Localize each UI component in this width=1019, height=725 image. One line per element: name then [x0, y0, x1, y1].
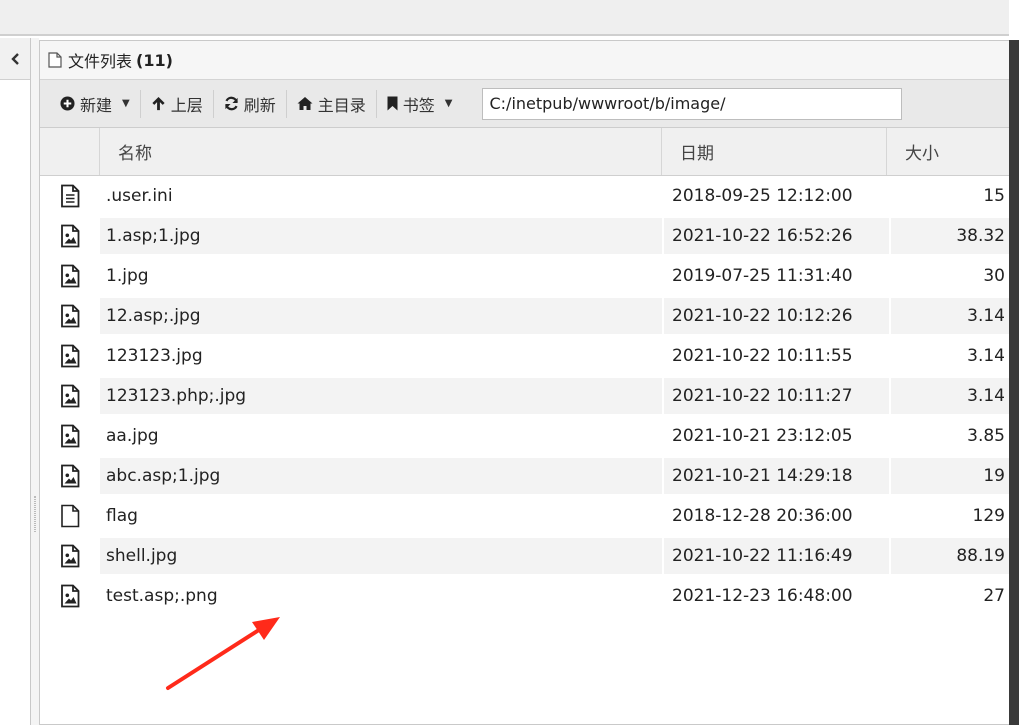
file-row[interactable]: 123123.php;.jpg 2021-10-22 10:11:27 3.14: [40, 376, 1009, 416]
caret-down-icon: ▼: [444, 98, 453, 109]
file-date: 2021-10-22 10:12:26: [664, 298, 889, 334]
collapse-left-button[interactable]: [8, 52, 22, 66]
image-file-icon: [40, 378, 100, 414]
image-file-icon: [40, 258, 100, 294]
file-row[interactable]: 1.asp;1.jpg 2021-10-22 16:52:26 38.32: [40, 216, 1009, 256]
bookmark-label: 书签: [402, 95, 435, 115]
splitter-grip[interactable]: [34, 496, 36, 532]
file-row[interactable]: flag 2018-12-28 20:36:00 129: [40, 496, 1009, 536]
home-icon: [297, 96, 313, 111]
plus-circle-icon: [60, 96, 75, 111]
size-column-header[interactable]: 大小: [887, 128, 1009, 175]
file-date: 2021-10-22 10:11:55: [672, 346, 853, 366]
image-file-icon: [40, 298, 100, 334]
chevron-left-icon: [11, 52, 19, 65]
file-row[interactable]: aa.jpg 2021-10-21 23:12:05 3.85: [40, 416, 1009, 456]
file-size: 27: [983, 586, 1005, 606]
window-edge-scrollbar[interactable]: [1009, 0, 1019, 725]
file-date: 2021-10-22 10:11:27: [664, 378, 889, 414]
file-size: 3.14: [891, 378, 1009, 414]
image-file-icon: [40, 218, 100, 254]
refresh-label: 刷新: [243, 95, 276, 115]
file-date: 2018-09-25 12:12:00: [672, 186, 853, 206]
arrow-up-icon: [151, 96, 166, 111]
left-pane: [0, 38, 31, 725]
file-row[interactable]: 12.asp;.jpg 2021-10-22 10:12:26 3.14: [40, 296, 1009, 336]
file-name[interactable]: 1.jpg: [100, 258, 662, 294]
new-label: 新建: [80, 95, 113, 115]
file-name[interactable]: abc.asp;1.jpg: [100, 458, 662, 494]
scrollbar-top-cap: [1009, 0, 1019, 40]
up-level-button[interactable]: 上层: [141, 89, 213, 119]
home-label: 主目录: [317, 95, 366, 115]
file-name[interactable]: flag: [100, 498, 662, 534]
image-file-icon: [40, 458, 100, 494]
refresh-button[interactable]: 刷新: [214, 89, 286, 119]
up-level-label: 上层: [170, 95, 203, 115]
file-date: 2021-12-23 16:48:00: [672, 586, 853, 606]
file-row[interactable]: .user.ini 2018-09-25 12:12:00 15: [40, 176, 1009, 216]
file-size: 15: [983, 186, 1005, 206]
file-date: 2021-10-21 14:29:18: [664, 458, 889, 494]
left-pane-header: [0, 38, 30, 80]
toolbar: 新建 ▼ 上层 刷新 主目录 书签 ▼ C:/inetpub/wwwroot/b…: [40, 80, 1009, 128]
top-bar: [0, 0, 1019, 36]
bookmark-icon: [387, 96, 398, 111]
file-size: 129: [972, 506, 1005, 526]
file-size: 19: [891, 458, 1009, 494]
date-column-header[interactable]: 日期: [662, 128, 887, 175]
file-list-panel: 文件列表 (11) 新建 ▼ 上层 刷新 主目录 书签 ▼ C:/inetpub…: [39, 40, 1009, 725]
file-name[interactable]: .user.ini: [100, 178, 662, 214]
file-row[interactable]: test.asp;.png 2021-12-23 16:48:00 27: [40, 576, 1009, 616]
blank-file-icon: [40, 498, 100, 534]
file-row[interactable]: 123123.jpg 2021-10-22 10:11:55 3.14: [40, 336, 1009, 376]
file-name[interactable]: shell.jpg: [100, 538, 662, 574]
file-date: 2019-07-25 11:31:40: [672, 266, 853, 286]
file-size: 38.32: [891, 218, 1009, 254]
file-name[interactable]: aa.jpg: [100, 418, 662, 454]
grid-header: 名称 日期 大小: [40, 128, 1009, 176]
caret-down-icon: ▼: [122, 98, 130, 109]
bookmark-button[interactable]: 书签 ▼: [377, 89, 463, 119]
file-date: 2021-10-21 23:12:05: [672, 426, 853, 446]
file-size: 30: [983, 266, 1005, 286]
file-rows: .user.ini 2018-09-25 12:12:00 15 1.asp;1.jp…: [40, 176, 1009, 616]
home-button[interactable]: 主目录: [287, 89, 376, 119]
file-date: 2018-12-28 20:36:00: [672, 506, 853, 526]
file-size: 3.85: [967, 426, 1005, 446]
file-row[interactable]: 1.jpg 2019-07-25 11:31:40 30: [40, 256, 1009, 296]
name-column-header[interactable]: 名称: [100, 128, 662, 175]
file-count: (11): [136, 50, 173, 70]
image-file-icon: [40, 538, 100, 574]
image-file-icon: [40, 418, 100, 454]
new-button[interactable]: 新建 ▼: [50, 89, 140, 119]
image-file-icon: [40, 338, 100, 374]
path-input[interactable]: [482, 87, 903, 120]
file-row[interactable]: shell.jpg 2021-10-22 11:16:49 88.19: [40, 536, 1009, 576]
document-icon: [48, 52, 62, 68]
file-name[interactable]: 12.asp;.jpg: [100, 298, 662, 334]
file-size: 3.14: [967, 346, 1005, 366]
refresh-icon: [224, 96, 239, 111]
panel-title: 文件列表: [68, 52, 133, 71]
file-name[interactable]: 123123.jpg: [100, 338, 662, 374]
file-name[interactable]: 123123.php;.jpg: [100, 378, 662, 414]
file-date: 2021-10-22 16:52:26: [664, 218, 889, 254]
file-date: 2021-10-22 11:16:49: [664, 538, 889, 574]
file-name[interactable]: test.asp;.png: [100, 578, 662, 614]
panel-header: 文件列表 (11): [40, 41, 1009, 80]
file-name[interactable]: 1.asp;1.jpg: [100, 218, 662, 254]
pane-splitter[interactable]: [31, 38, 39, 725]
icon-column-header: [40, 128, 100, 175]
file-size: 88.19: [891, 538, 1009, 574]
text-file-icon: [40, 178, 100, 214]
file-size: 3.14: [891, 298, 1009, 334]
image-file-icon: [40, 578, 100, 614]
file-row[interactable]: abc.asp;1.jpg 2021-10-21 14:29:18 19: [40, 456, 1009, 496]
